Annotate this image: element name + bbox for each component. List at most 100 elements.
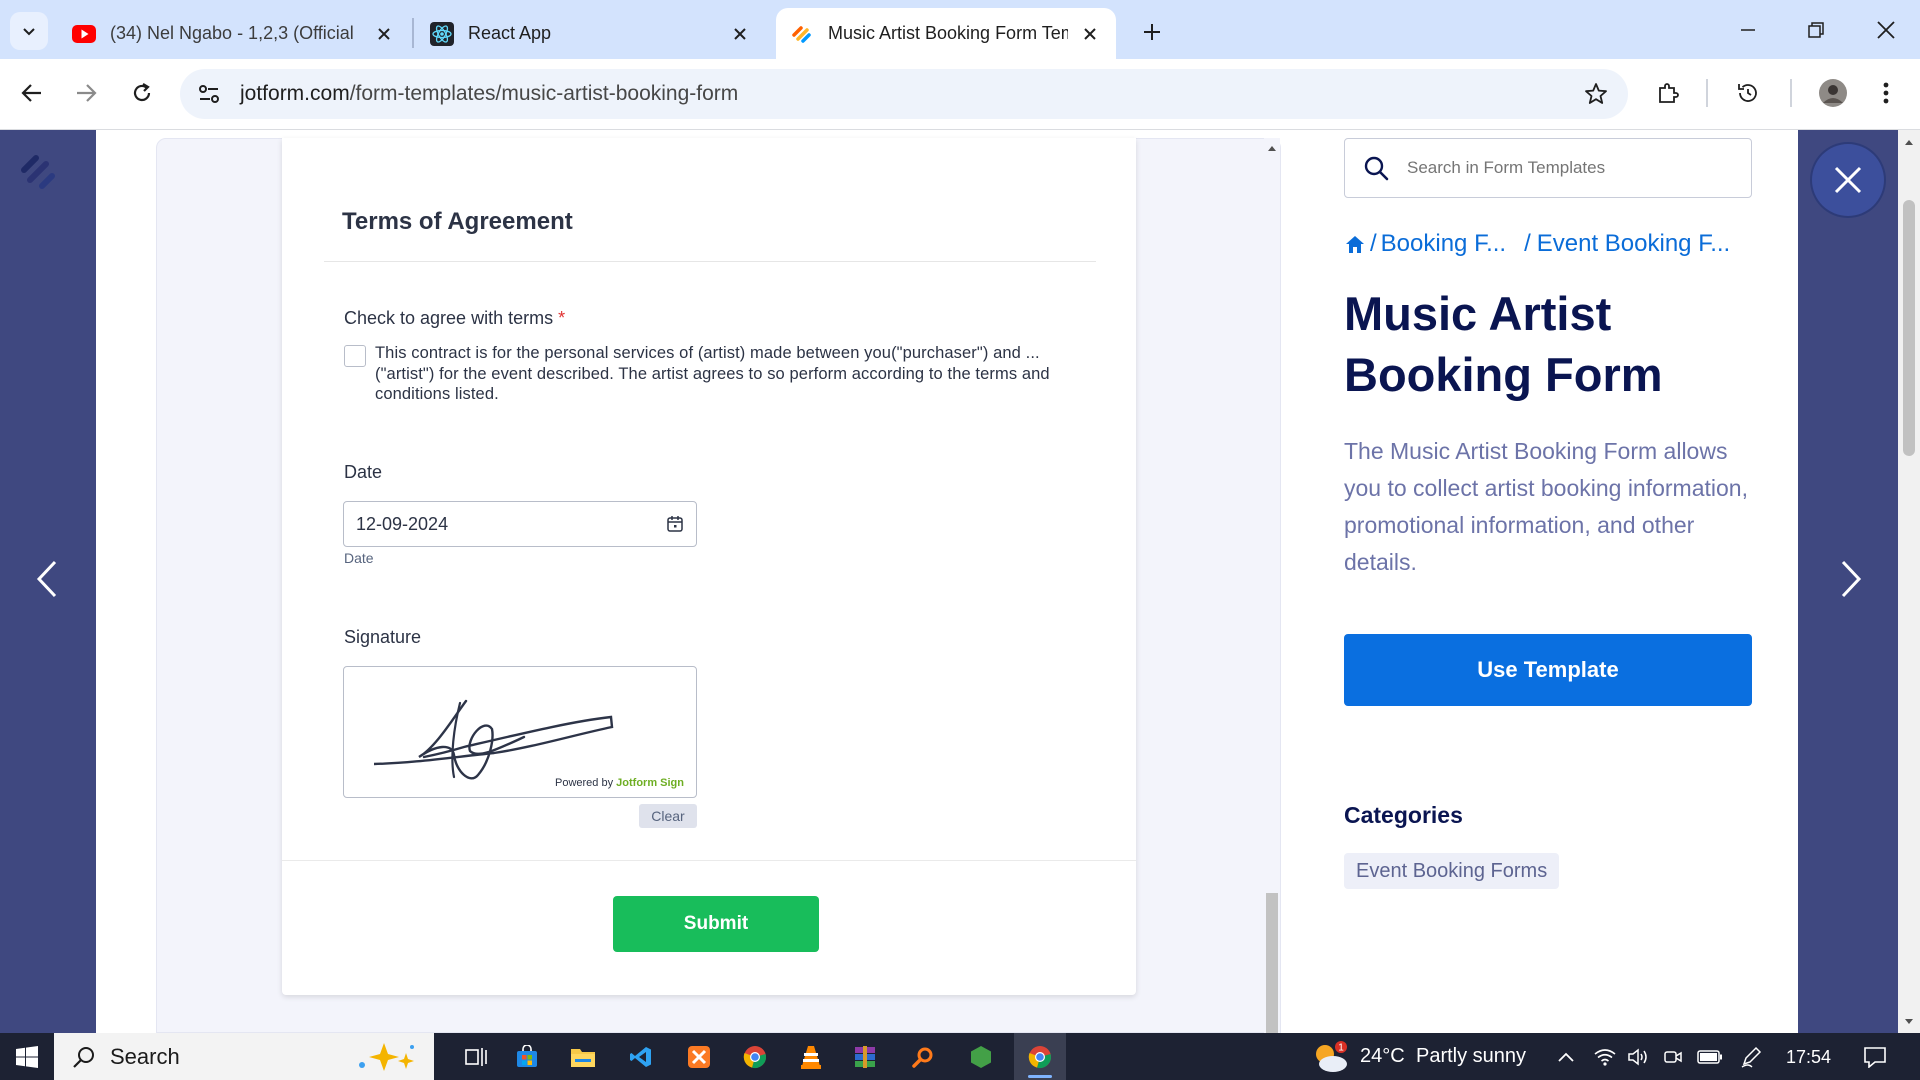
scroll-up-arrow-icon[interactable]: [1904, 138, 1914, 146]
partly-sunny-icon: 1: [1316, 1040, 1347, 1072]
bookmark-star-icon[interactable]: [1584, 82, 1608, 106]
browser-menu-button[interactable]: [1866, 73, 1906, 113]
scrollbar-thumb[interactable]: [1903, 200, 1915, 456]
xampp-app[interactable]: [676, 1033, 722, 1080]
terms-label-text: Check to agree with terms: [344, 308, 554, 328]
ms-store-app[interactable]: [504, 1033, 550, 1080]
categories-heading: Categories: [1344, 802, 1463, 828]
site-info-icon[interactable]: [194, 79, 224, 109]
powered-by-prefix: Powered by: [555, 777, 614, 789]
vscode-app[interactable]: [618, 1033, 664, 1080]
scroll-up-arrow-icon[interactable]: [1267, 144, 1277, 152]
folder-icon: [571, 1048, 595, 1067]
meet-now-button[interactable]: [1658, 1033, 1688, 1080]
start-button[interactable]: [0, 1033, 54, 1080]
home-icon[interactable]: [1344, 233, 1366, 255]
file-explorer-app[interactable]: [560, 1033, 606, 1080]
arrow-left-icon: [21, 84, 41, 102]
weather-widget-icon[interactable]: 1: [1308, 1033, 1352, 1080]
search-icon: [73, 1046, 94, 1068]
url-text: jotform.com/form-templates/music-artist-…: [240, 82, 738, 106]
tab-search-button[interactable]: [10, 12, 48, 50]
scroll-down-arrow-icon[interactable]: [1904, 1018, 1914, 1026]
history-icon: [1738, 84, 1757, 102]
signature-field-label: Signature: [344, 627, 422, 647]
signature-powered-by: Powered by Jotform Sign: [555, 777, 684, 789]
chevron-left-icon[interactable]: [36, 560, 58, 598]
breadcrumb-link-event-booking-forms[interactable]: Event Booking F...: [1537, 230, 1730, 258]
calendar-icon[interactable]: [666, 515, 684, 533]
xampp-icon: [688, 1045, 710, 1068]
restore-button[interactable]: [1792, 10, 1840, 50]
close-window-button[interactable]: [1862, 10, 1910, 50]
search-tool-app[interactable]: [900, 1033, 946, 1080]
history-button[interactable]: [1728, 73, 1768, 113]
clear-signature-button[interactable]: Clear: [639, 804, 697, 828]
winrar-icon: [855, 1045, 875, 1068]
tab-title: Music Artist Booking Form Temp: [828, 23, 1068, 43]
signature-drawing: [374, 699, 614, 780]
pen-menu-button[interactable]: [1736, 1033, 1766, 1080]
new-tab-button[interactable]: [1136, 16, 1168, 48]
date-value: 12-09-2024: [356, 514, 449, 534]
use-template-button[interactable]: Use Template: [1344, 634, 1752, 706]
avatar-icon: [1819, 79, 1847, 107]
breadcrumb: / Booking F... / Event Booking F...: [1344, 230, 1730, 258]
jotform-sign-brand: Jotform Sign: [616, 777, 684, 789]
url-host: jotform.com: [240, 82, 350, 105]
template-search-input[interactable]: [1407, 158, 1727, 178]
signature-pad[interactable]: Powered by Jotform Sign: [343, 666, 697, 798]
breadcrumb-separator: /: [1370, 230, 1377, 257]
volume-control[interactable]: [1624, 1033, 1654, 1080]
browser-tab-jotform[interactable]: Music Artist Booking Form Temp: [776, 8, 1116, 59]
scrollbar-thumb[interactable]: [1266, 893, 1278, 1033]
toolbar-separator: [1790, 79, 1792, 107]
jotform-logo: [21, 155, 55, 189]
plus-icon: [1144, 24, 1160, 40]
web-page: Terms of Agreement Check to agree with t…: [0, 130, 1920, 1033]
date-input[interactable]: 12-09-2024: [343, 501, 697, 547]
clock-time[interactable]: 17:54: [1786, 1047, 1831, 1068]
template-search-box[interactable]: [1344, 138, 1752, 198]
battery-status[interactable]: [1694, 1033, 1726, 1080]
network-status[interactable]: [1590, 1033, 1620, 1080]
close-tab-icon[interactable]: [728, 22, 752, 46]
reload-button[interactable]: [122, 73, 162, 113]
page-title: Music Artist Booking Form: [1344, 287, 1663, 401]
magnifier-app-icon: [912, 1047, 933, 1068]
back-button[interactable]: [12, 73, 52, 113]
preview-scrollbar[interactable]: [1264, 138, 1280, 1033]
extensions-button[interactable]: [1648, 73, 1688, 113]
category-chip-event-booking[interactable]: Event Booking Forms: [1344, 853, 1560, 889]
chevron-right-icon[interactable]: [1840, 560, 1862, 598]
vscode-icon: [630, 1046, 651, 1067]
weather-description[interactable]: Partly sunny: [1416, 1045, 1526, 1068]
profile-avatar[interactable]: [1813, 73, 1853, 113]
task-view-button[interactable]: [450, 1033, 502, 1080]
browser-tab-youtube[interactable]: (34) Nel Ngabo - 1,2,3 (Official: [58, 8, 410, 59]
notifications-button[interactable]: [1852, 1033, 1898, 1080]
tab-title: React App: [468, 23, 552, 43]
template-description: The Music Artist Booking Form allows you…: [1344, 438, 1748, 575]
chrome-app-active[interactable]: [1014, 1033, 1066, 1080]
close-tab-icon[interactable]: [1078, 22, 1102, 46]
vlc-app[interactable]: [788, 1033, 834, 1080]
minimize-button[interactable]: [1724, 10, 1772, 50]
page-scrollbar[interactable]: [1898, 130, 1920, 1033]
arrow-right-icon: [77, 84, 97, 102]
chrome-app[interactable]: [732, 1033, 778, 1080]
terms-checkbox[interactable]: [344, 345, 366, 367]
address-bar[interactable]: jotform.com/form-templates/music-artist-…: [180, 69, 1628, 119]
close-modal-button[interactable]: [1812, 144, 1884, 216]
show-hidden-icons-button[interactable]: [1552, 1033, 1580, 1080]
reload-icon: [133, 83, 151, 102]
taskbar-search[interactable]: Search: [54, 1033, 434, 1080]
browser-tab-react-app[interactable]: React App: [416, 8, 766, 59]
weather-temperature[interactable]: 24°C: [1360, 1045, 1405, 1068]
submit-button[interactable]: Submit: [613, 896, 819, 952]
close-tab-icon[interactable]: [372, 22, 396, 46]
nodejs-app[interactable]: [958, 1033, 1004, 1080]
winrar-app[interactable]: [842, 1033, 888, 1080]
forward-button[interactable]: [66, 73, 106, 113]
breadcrumb-link-booking-forms[interactable]: Booking F...: [1381, 230, 1506, 258]
